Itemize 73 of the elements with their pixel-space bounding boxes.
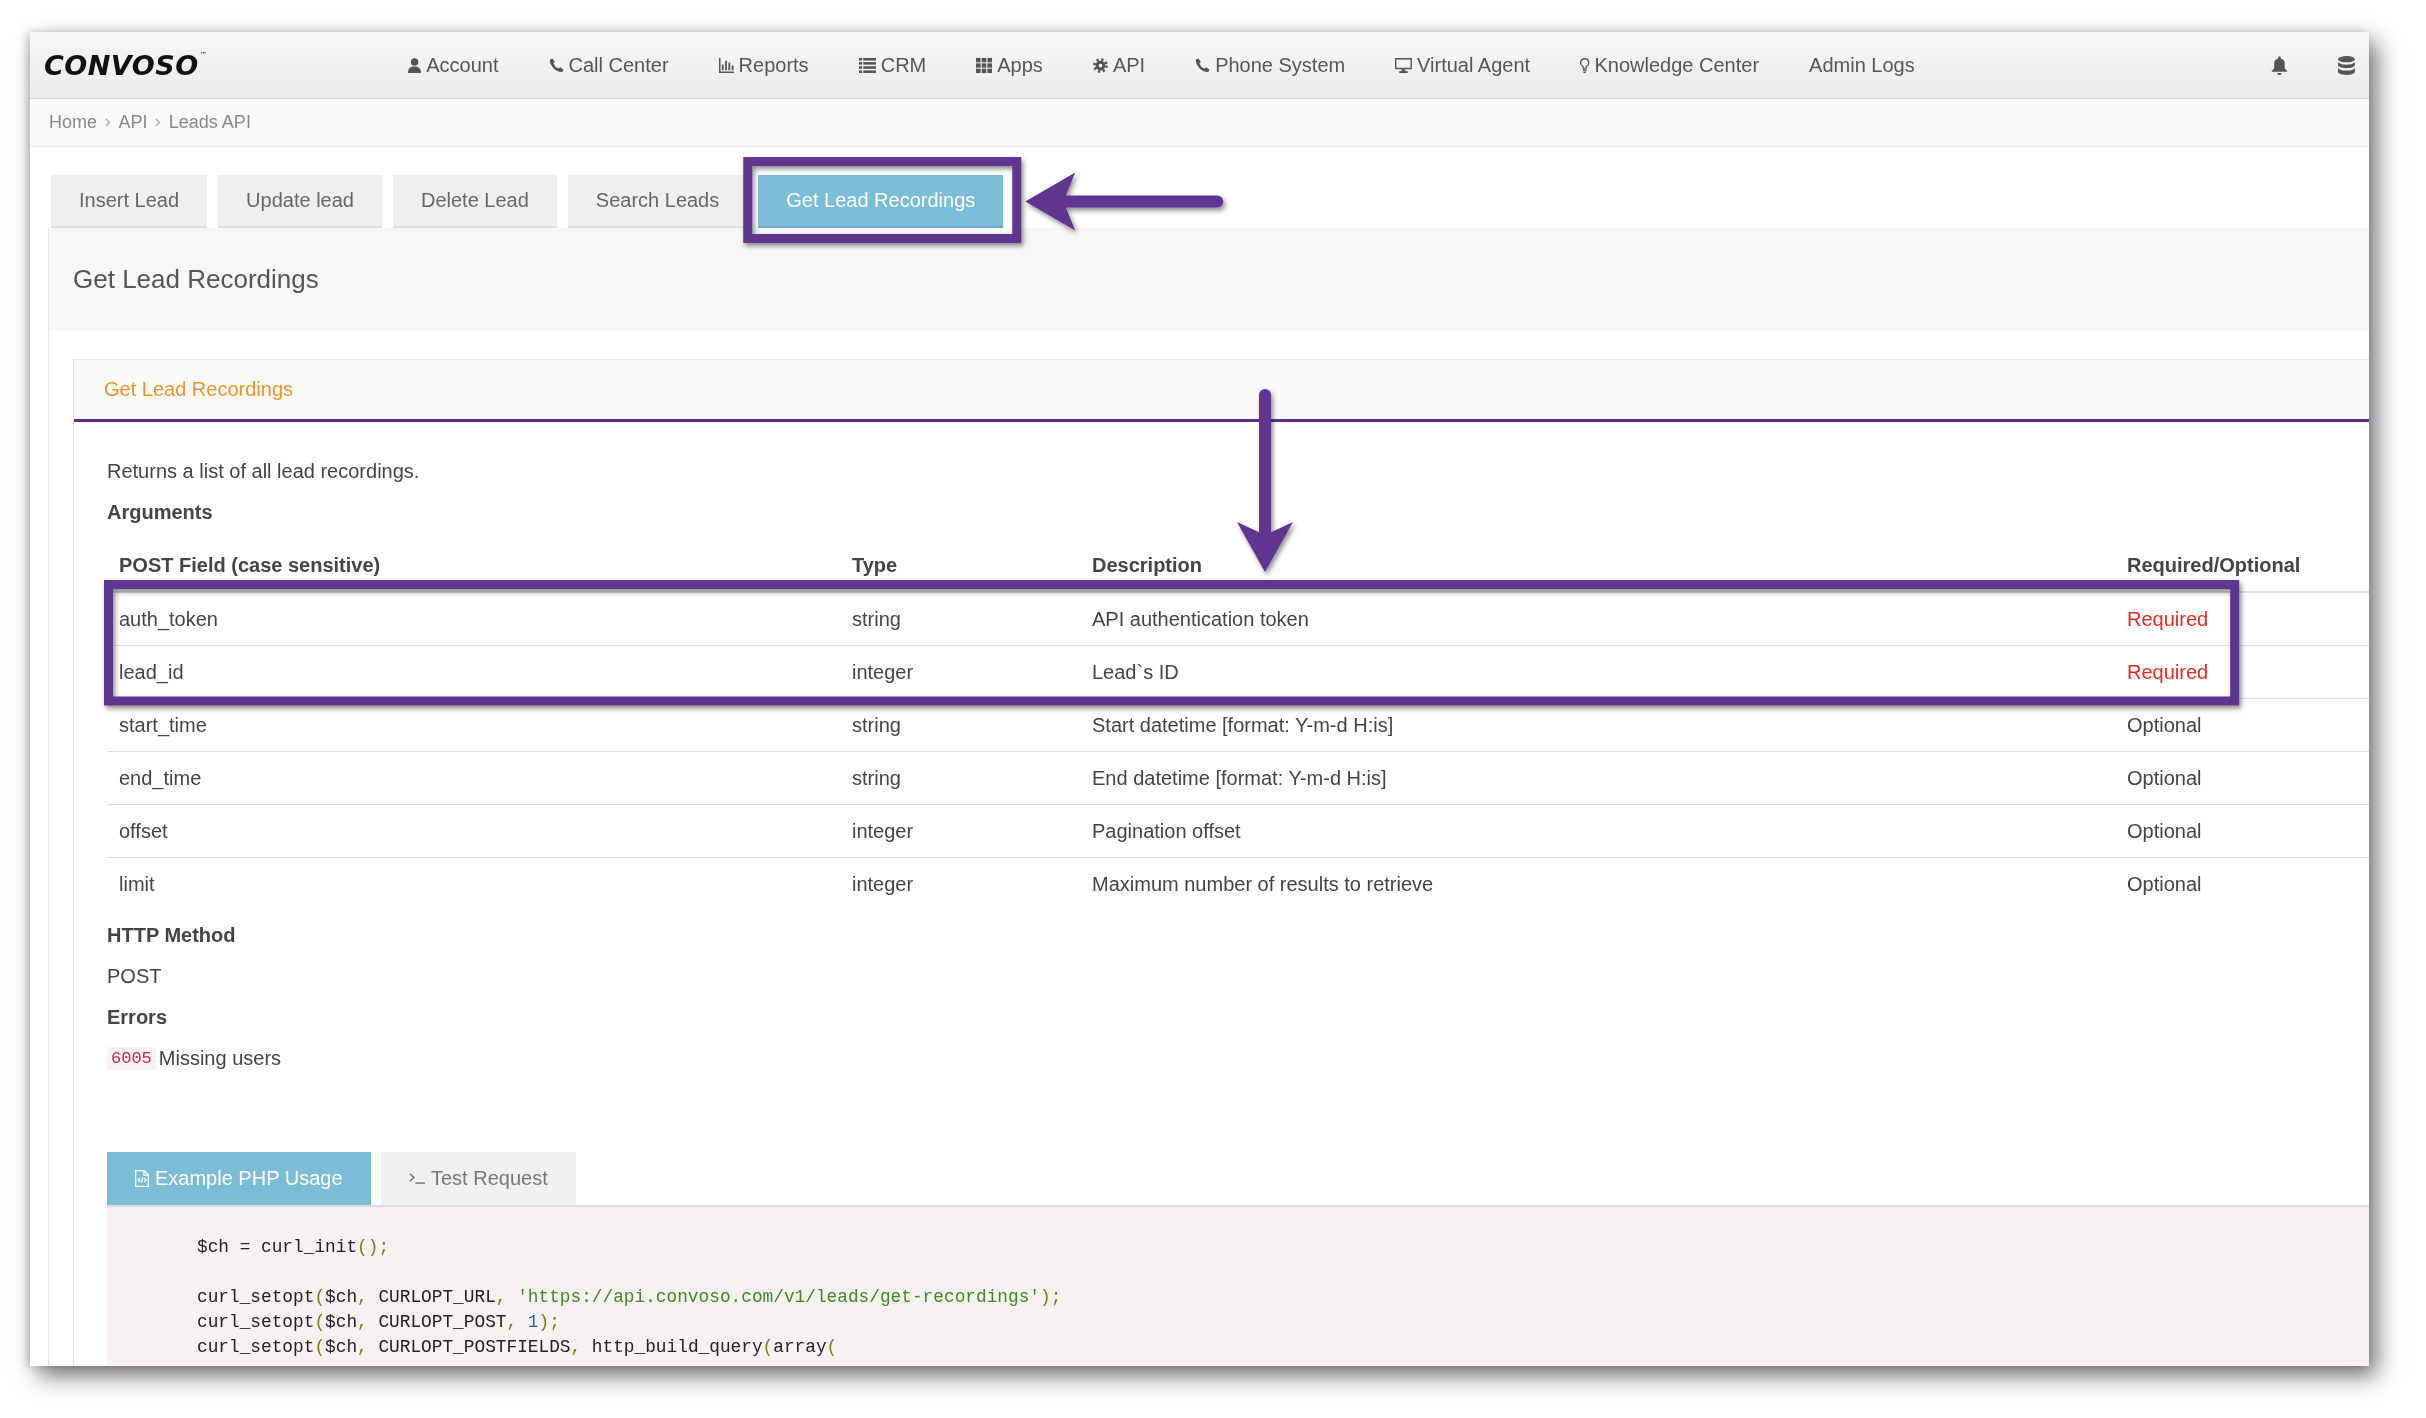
nav-link[interactable]: Knowledge Center bbox=[1580, 53, 1760, 77]
phone-icon bbox=[548, 57, 564, 73]
table-cell: Start datetime [format: Y-m-d H:is] bbox=[1080, 698, 2115, 752]
code-line: $ch = curl_init(); bbox=[197, 1236, 391, 1259]
nav-link[interactable]: Virtual Agent bbox=[1395, 53, 1531, 77]
table-cell: Optional bbox=[2115, 751, 2369, 805]
section-heading: HTTP Method bbox=[107, 923, 237, 948]
bell-icon[interactable] bbox=[2271, 55, 2289, 75]
section-heading: Arguments bbox=[107, 500, 214, 525]
table-cell: limit bbox=[107, 857, 840, 910]
terminal-icon bbox=[408, 1173, 425, 1184]
breadcrumb-link[interactable]: API bbox=[118, 112, 148, 133]
table-cell: Required bbox=[2115, 645, 2369, 699]
table-cell: Required bbox=[2115, 592, 2369, 646]
code-line: curl_setopt($ch, CURLOPT_URL, 'https://api.convoso.com/v1/leads/get-recordings'); bbox=[197, 1286, 1063, 1309]
tab[interactable]: Insert Lead bbox=[51, 175, 208, 228]
method-value: POST bbox=[107, 964, 163, 989]
chevron-right-icon bbox=[155, 118, 161, 127]
table-cell: Optional bbox=[2115, 804, 2369, 858]
logo[interactable]: CONVOSO$^{™}$ bbox=[44, 51, 208, 79]
table-cell: start_time bbox=[107, 698, 840, 752]
table-cell: string bbox=[840, 698, 1080, 752]
table-cell: end_time bbox=[107, 751, 840, 805]
nav-link[interactable]: API bbox=[1092, 53, 1146, 77]
gear-icon bbox=[1092, 57, 1108, 73]
nav-link[interactable]: Phone System bbox=[1195, 53, 1346, 77]
bar-chart-icon bbox=[718, 57, 734, 73]
table-cell: integer bbox=[840, 645, 1080, 699]
table-cell: integer bbox=[840, 804, 1080, 858]
table-cell: Pagination offset bbox=[1080, 804, 2115, 858]
column-header: Required/Optional bbox=[2115, 539, 2369, 592]
grid-icon bbox=[976, 57, 993, 73]
lightbulb-icon bbox=[1580, 57, 1590, 73]
nav-link[interactable]: Account bbox=[408, 53, 499, 77]
list-icon bbox=[858, 57, 876, 73]
database-icon[interactable] bbox=[2338, 55, 2355, 75]
chevron-right-icon bbox=[105, 118, 111, 127]
user-icon bbox=[408, 57, 422, 73]
table-cell: offset bbox=[107, 804, 840, 858]
table-cell: End datetime [format: Y-m-d H:is] bbox=[1080, 751, 2115, 805]
table-cell: string bbox=[840, 751, 1080, 805]
code-line: curl_setopt($ch, CURLOPT_POST, 1); bbox=[197, 1311, 561, 1334]
breadcrumb-link[interactable]: Home bbox=[49, 112, 97, 133]
breadcrumb-current: Leads API bbox=[168, 112, 251, 133]
table-cell: Optional bbox=[2115, 698, 2369, 752]
file-code-icon bbox=[135, 1170, 149, 1187]
card-title: Get Lead Recordings bbox=[104, 378, 293, 401]
description-text: Returns a list of all lead recordings. bbox=[107, 459, 421, 484]
monitor-icon bbox=[1395, 57, 1413, 73]
table-cell: API authentication token bbox=[1080, 592, 2115, 646]
table-cell: Maximum number of results to retrieve bbox=[1080, 857, 2115, 910]
column-header: Type bbox=[840, 539, 1080, 592]
phone-icon bbox=[1195, 57, 1211, 73]
error-message: Missing users bbox=[158, 1046, 282, 1070]
table-cell: Optional bbox=[2115, 857, 2369, 910]
table-cell: string bbox=[840, 592, 1080, 646]
error-code: 6005 bbox=[107, 1046, 156, 1070]
table-cell: integer bbox=[840, 857, 1080, 910]
table-cell: Lead`s ID bbox=[1080, 645, 2115, 699]
code-line: curl_setopt($ch, CURLOPT_POSTFIELDS, http_build_query(array( bbox=[197, 1336, 839, 1359]
tab[interactable]: Update lead bbox=[218, 175, 382, 228]
page-title: Get Lead Recordings bbox=[73, 263, 319, 295]
table-cell: auth_token bbox=[107, 592, 840, 646]
nav-link[interactable]: Admin Logs bbox=[1809, 53, 1915, 77]
column-header: POST Field (case sensitive) bbox=[107, 539, 840, 592]
table-cell: lead_id bbox=[107, 645, 840, 699]
nav-link[interactable]: Call Center bbox=[548, 53, 669, 77]
tab[interactable]: Delete Lead bbox=[392, 175, 557, 228]
nav-link[interactable]: Reports bbox=[718, 53, 809, 77]
nav-link[interactable]: CRM bbox=[858, 53, 927, 77]
code-tab[interactable]: Test Request bbox=[380, 1152, 576, 1205]
nav-link[interactable]: Apps bbox=[976, 53, 1043, 77]
section-heading: Errors bbox=[107, 1005, 169, 1030]
